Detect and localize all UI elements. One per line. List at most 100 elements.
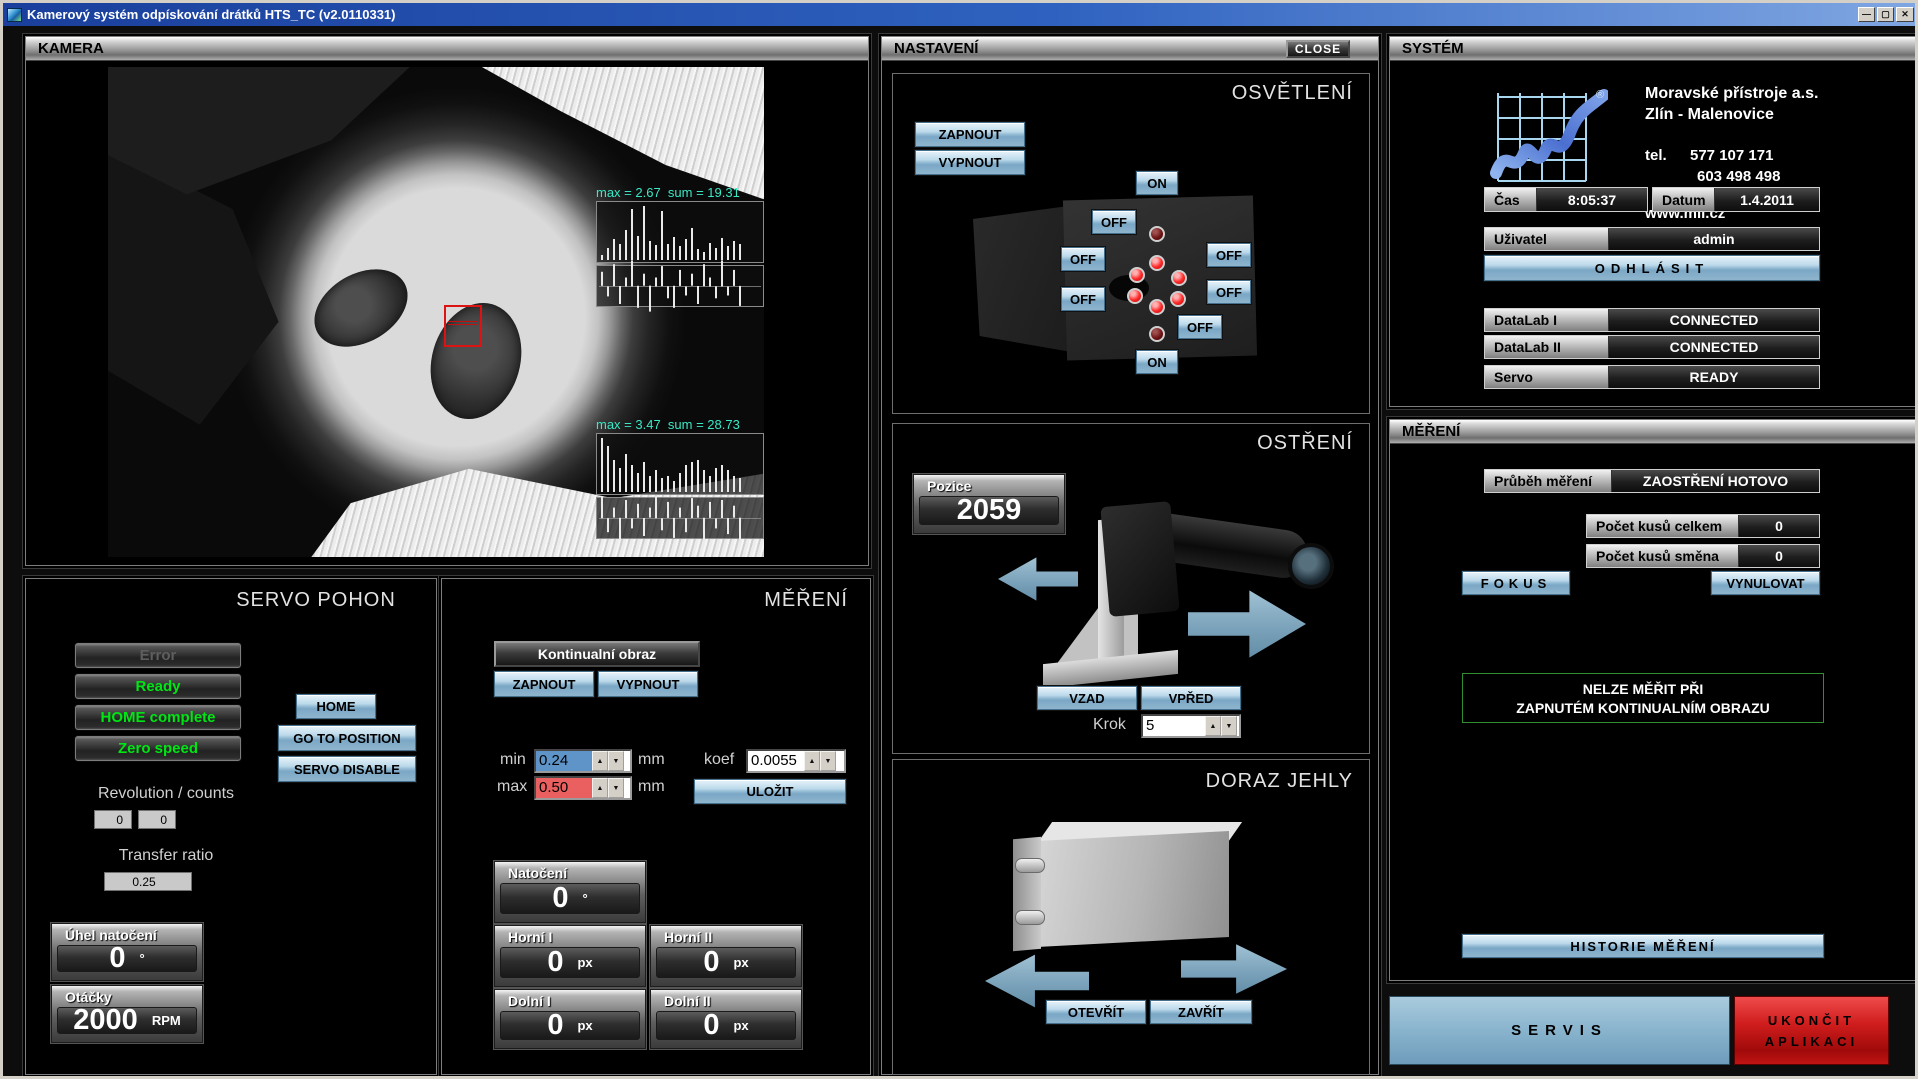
datum-row: Datum 1.4.2011 (1652, 187, 1820, 212)
horni1-label: Horní I (500, 928, 640, 947)
min-value[interactable]: 0.24 (536, 751, 592, 771)
uhel-natoceni-value: 0 (109, 942, 125, 975)
vynulovat-button[interactable]: VYNULOVAT (1711, 571, 1820, 595)
histogram-label: max = 3.47 sum = 28.73 (596, 417, 764, 431)
min-spinner[interactable]: 0.24 ▲ ▼ (534, 749, 632, 773)
natoceni-value: 0 (552, 882, 568, 915)
light-off-button[interactable]: OFF (1061, 247, 1105, 271)
osvetleni-title: OSVĚTLENÍ (1232, 82, 1353, 105)
revolution-field-1: 0 (94, 810, 132, 829)
max-label: max (497, 778, 527, 796)
histogram-main-chart (596, 433, 764, 495)
min-spin-up-icon[interactable]: ▲ (592, 751, 608, 771)
historie-mereni-button[interactable]: HISTORIE MĚŘENÍ (1462, 934, 1824, 958)
vpred-button[interactable]: VPŘED (1141, 686, 1241, 710)
vypnout-button[interactable]: VYPNOUT (598, 671, 698, 697)
koef-label: koef (704, 751, 734, 769)
natoceni-display: Natočení 0° (494, 861, 646, 923)
horni2-value: 0 (703, 946, 719, 979)
mereni-right-panel: MĚŘENÍ Průběh měření ZAOSTŘENÍ HOTOVO Po… (1389, 419, 1916, 981)
koef-spin-up-icon[interactable]: ▲ (804, 751, 820, 771)
servis-button[interactable]: SERVIS (1389, 996, 1730, 1065)
natoceni-label: Natočení (500, 864, 640, 883)
company-city: Zlín - Malenovice (1645, 106, 1774, 124)
light-off-button[interactable]: OFF (1092, 210, 1136, 234)
histogram-derivative-chart (596, 497, 764, 539)
datalab1-row: DataLab I CONNECTED (1484, 308, 1820, 332)
light-off-button[interactable]: OFF (1178, 315, 1222, 339)
krok-value[interactable]: 5 (1143, 716, 1205, 736)
min-spin-down-icon[interactable]: ▼ (608, 751, 624, 771)
odhlasit-button[interactable]: ODHLÁSIT (1484, 255, 1820, 281)
led-indicator (1171, 270, 1187, 286)
datum-label: Datum (1653, 188, 1715, 211)
nastaveni-header-label: NASTAVENÍ (894, 40, 978, 57)
maximize-icon[interactable]: ▢ (1877, 7, 1894, 22)
led-indicator (1129, 267, 1145, 283)
prubeh-mereni-label: Průběh měření (1485, 470, 1612, 492)
max-value[interactable]: 0.50 (536, 778, 592, 798)
cas-row: Čas 8:05:37 (1484, 187, 1648, 212)
pozice-value: 2059 (957, 494, 1022, 527)
uhel-natoceni-display: Úhel natočení 0 ° (51, 923, 203, 981)
servo-status-error: Error (74, 642, 242, 669)
pocet-celkem-value: 0 (1739, 515, 1819, 537)
krok-spin-up-icon[interactable]: ▲ (1205, 716, 1221, 736)
app-icon (7, 8, 22, 22)
go-to-position-button[interactable]: GO TO POSITION (278, 725, 416, 751)
fokus-button[interactable]: FOKUS (1462, 571, 1570, 595)
needle-stop-left-plate (1013, 837, 1041, 951)
dolni2-label: Dolní II (656, 992, 796, 1011)
otevrit-button[interactable]: OTEVŘÍT (1046, 1000, 1146, 1024)
datalab2-row: DataLab II CONNECTED (1484, 335, 1820, 359)
datalab2-status: CONNECTED (1609, 336, 1819, 358)
uzivatel-label: Uživatel (1485, 228, 1609, 250)
zavrit-button[interactable]: ZAVŘÍT (1150, 1000, 1252, 1024)
otacky-unit: RPM (152, 1013, 181, 1028)
mereni-middle-panel: MĚŘENÍ Kontinualní obraz ZAPNOUT VYPNOUT… (441, 578, 871, 1075)
datalab1-label: DataLab I (1485, 309, 1609, 331)
max-spinner[interactable]: 0.50 ▲ ▼ (534, 776, 632, 800)
kamera-header: KAMERA (26, 37, 868, 61)
ulozit-button[interactable]: ULOŽIT (694, 779, 846, 804)
krok-spin-down-icon[interactable]: ▼ (1221, 716, 1237, 736)
osvetleni-zapnout-button[interactable]: ZAPNOUT (915, 122, 1025, 147)
warning-message-box: NELZE MĚŘIT PŘI ZAPNUTÉM KONTINUALNÍM OB… (1462, 673, 1824, 723)
mereni-right-header: MĚŘENÍ (1390, 420, 1915, 444)
koef-spinner[interactable]: 0.0055 ▲ ▼ (746, 749, 846, 773)
focus-camera-illustration (1043, 479, 1363, 679)
max-spin-up-icon[interactable]: ▲ (592, 778, 608, 798)
light-on-top-button[interactable]: ON (1136, 171, 1178, 195)
revolution-field-2: 0 (138, 810, 176, 829)
koef-spin-down-icon[interactable]: ▼ (820, 751, 836, 771)
pocet-smena-value: 0 (1739, 545, 1819, 567)
light-off-button[interactable]: OFF (1207, 243, 1251, 267)
light-off-button[interactable]: OFF (1207, 280, 1251, 304)
pocet-celkem-row: Počet kusů celkem 0 (1586, 514, 1820, 538)
kontinualni-obraz-button[interactable]: Kontinualní obraz (494, 641, 700, 667)
nastaveni-panel: NASTAVENÍ CLOSE OSVĚTLENÍ ZAPNOUT VYPNOU… (881, 36, 1379, 1075)
datum-value: 1.4.2011 (1715, 188, 1819, 211)
home-button[interactable]: HOME (296, 694, 376, 719)
uzivatel-value: admin (1609, 228, 1819, 250)
close-button[interactable]: CLOSE (1286, 40, 1350, 58)
warning-line-1: NELZE MĚŘIT PŘI (1583, 681, 1704, 697)
servo-disable-button[interactable]: SERVO DISABLE (278, 756, 416, 782)
minimize-icon[interactable]: — (1858, 7, 1875, 22)
vzad-button[interactable]: VZAD (1037, 686, 1137, 710)
kamera-panel: KAMERA max = 2.67 sum = 19.31 max = 3.47… (25, 36, 869, 566)
ukoncit-aplikaci-button[interactable]: UKONČIT APLIKACI (1734, 996, 1889, 1065)
max-spin-down-icon[interactable]: ▼ (608, 778, 624, 798)
dolni1-label: Dolní I (500, 992, 640, 1011)
nastaveni-header: NASTAVENÍ CLOSE (882, 37, 1378, 61)
light-on-bottom-button[interactable]: ON (1136, 350, 1178, 374)
zapnout-button[interactable]: ZAPNOUT (494, 671, 594, 697)
light-off-button[interactable]: OFF (1061, 287, 1105, 311)
koef-value[interactable]: 0.0055 (748, 751, 804, 771)
close-icon[interactable]: ✕ (1896, 7, 1914, 22)
ukoncit-line-2: APLIKACI (1765, 1034, 1858, 1049)
camera-body (1100, 501, 1179, 617)
min-unit-label: mm (638, 751, 665, 769)
krok-spinner[interactable]: 5 ▲ ▼ (1141, 714, 1241, 738)
led-indicator (1127, 288, 1143, 304)
